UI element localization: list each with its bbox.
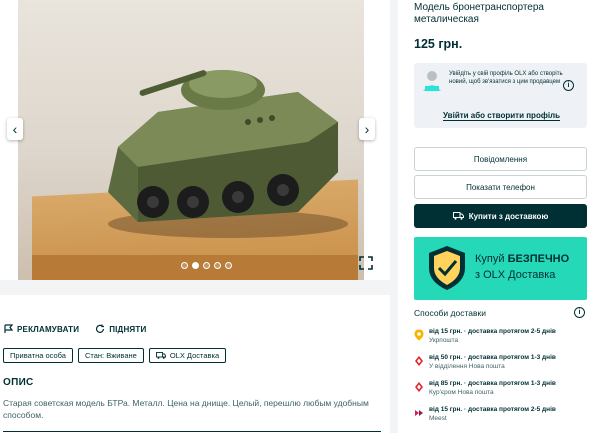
message-button[interactable]: Повідомлення: [414, 147, 587, 171]
delivery-price: від 15 грн. · доставка протягом 2-5 днів: [429, 406, 556, 413]
description-text: Старая советская модель БТРа. Металл. Це…: [3, 398, 369, 420]
truck-icon: [155, 352, 166, 359]
raise-button[interactable]: ПІДНЯТИ: [95, 324, 146, 334]
tag-seller-type[interactable]: Приватна особа: [3, 348, 73, 363]
login-prompt-text: Увійдіть у свій профіль OLX або створіть…: [449, 71, 563, 85]
tag-condition[interactable]: Стан: Вживане: [77, 348, 144, 363]
raise-label: ПІДНЯТИ: [109, 324, 147, 334]
pagination-dot[interactable]: [203, 262, 210, 269]
description-heading: ОПИС: [3, 377, 34, 388]
photo-gallery[interactable]: ‹ ›: [0, 0, 390, 280]
delivery-option-ukrposhta: від 15 грн. · доставка протягом 2-5 днів…: [414, 327, 594, 349]
banner-text: Купуй БЕЗПЕЧНО з OLX Доставка: [475, 251, 569, 283]
pagination-dot-active[interactable]: [192, 262, 199, 269]
tag-label: Приватна особа: [10, 351, 66, 360]
delivery-heading: Способи доставки: [414, 308, 486, 318]
next-photo-button[interactable]: ›: [359, 118, 375, 140]
buy-button-label: Купити з доставкою: [468, 211, 549, 221]
login-link[interactable]: Увійти або створити профіль: [443, 111, 561, 121]
promote-button[interactable]: РЕКЛАМУВАТИ: [4, 324, 79, 334]
listing-title: Модель бронетранспортера металическая: [414, 2, 544, 25]
pagination-dot[interactable]: [214, 262, 221, 269]
delivery-service: У відділення Нова пошта: [429, 363, 505, 370]
buy-with-delivery-button[interactable]: Купити з доставкою: [414, 204, 587, 228]
login-prompt-box: Увійдіть у свій профіль OLX або створіть…: [414, 63, 587, 128]
show-phone-button[interactable]: Показати телефон: [414, 175, 587, 199]
tag-label: OLX Доставка: [169, 351, 220, 360]
listing-actions: РЕКЛАМУВАТИ ПІДНЯТИ: [4, 324, 146, 334]
divider: [3, 431, 381, 432]
tank-model-image: [108, 70, 348, 238]
message-button-label: Повідомлення: [473, 154, 528, 164]
info-icon[interactable]: i: [574, 307, 585, 318]
pagination-dot[interactable]: [225, 262, 232, 269]
delivery-option-nova-poshta-courier: від 85 грн. · доставка протягом 1-3 днів…: [414, 379, 594, 401]
delivery-service: Meest: [429, 415, 447, 422]
ukrposhta-icon: [414, 329, 424, 341]
pagination-dot[interactable]: [181, 262, 188, 269]
chevron-right-icon: ›: [364, 121, 370, 137]
refresh-icon: [96, 324, 105, 333]
meest-icon: [415, 410, 423, 416]
delivery-service: Кур'єром Нова пошта: [429, 389, 494, 396]
right-sidebar: Модель бронетранспортера металическая 12…: [402, 0, 600, 433]
nova-poshta-icon: [415, 356, 423, 366]
promote-label: РЕКЛАМУВАТИ: [17, 324, 80, 334]
prev-photo-button[interactable]: ‹: [7, 118, 23, 140]
tag-label: Стан: Вживане: [84, 351, 137, 360]
shield-check-icon: [429, 246, 465, 290]
listing-price: 125 грн.: [414, 37, 463, 51]
tags-row: Приватна особа Стан: Вживане OLX Доставк…: [3, 348, 227, 363]
chevron-left-icon: ‹: [12, 121, 18, 137]
left-column: ‹ › РЕКЛАМУВАТИ ПІДНЯТИ Приватна особа С…: [0, 0, 398, 433]
delivery-price: від 85 грн. · доставка протягом 1-3 днів: [429, 380, 556, 387]
delivery-price: від 15 грн. · доставка протягом 2-5 днів: [429, 328, 556, 335]
photo-pagination: [181, 262, 232, 269]
show-phone-label: Показати телефон: [466, 182, 535, 192]
banner-line2: з OLX Доставка: [475, 269, 556, 281]
banner-line1-prefix: Купуй: [475, 253, 508, 265]
info-icon[interactable]: i: [563, 80, 574, 91]
listing-photo[interactable]: [18, 0, 364, 280]
tag-delivery[interactable]: OLX Доставка: [148, 348, 227, 363]
delivery-price: від 50 грн. · доставка протягом 1-3 днів: [429, 354, 556, 361]
expand-photo-button[interactable]: [358, 256, 374, 272]
safe-delivery-banner[interactable]: Купуй БЕЗПЕЧНО з OLX Доставка: [414, 237, 587, 300]
truck-icon: [452, 212, 464, 220]
delivery-option-nova-poshta-branch: від 50 грн. · доставка протягом 1-3 днів…: [414, 353, 594, 375]
expand-icon: [359, 256, 373, 270]
flag-icon: [4, 324, 13, 333]
delivery-option-meest: від 15 грн. · доставка протягом 2-5 днів…: [414, 405, 594, 427]
user-avatar-icon: [423, 71, 441, 91]
banner-line1-bold: БЕЗПЕЧНО: [507, 253, 570, 265]
nova-poshta-icon: [415, 382, 423, 392]
delivery-service: Укрпошта: [429, 337, 459, 344]
